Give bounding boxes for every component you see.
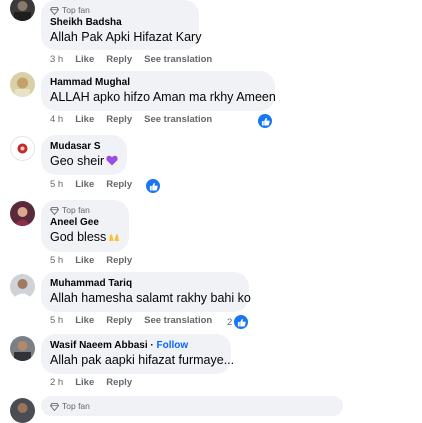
like-button[interactable]: Like (75, 178, 94, 192)
top-fan-badge: Top fan (50, 401, 334, 412)
like-thumb-icon (257, 113, 273, 129)
avatar[interactable] (10, 136, 35, 161)
like-button[interactable]: Like (75, 113, 94, 127)
comment-author[interactable]: Sheikh Badsha (50, 16, 190, 29)
comment-bubble: Top fan Sheikh Badsha Allah Pak Apki Hif… (41, 0, 202, 50)
comment-time[interactable]: 5 h (50, 314, 63, 328)
avatar[interactable] (10, 336, 35, 361)
comment-actions: 5 h Like Reply (50, 254, 144, 268)
avatar[interactable] (10, 398, 35, 423)
avatar[interactable] (10, 274, 35, 299)
comment-bubble: Top fan Aneel Gee God bless (41, 200, 129, 252)
avatar[interactable] (10, 72, 35, 97)
comment-bubble: Wasif Naeem Abbasi · Follow Allah pak aa… (41, 334, 235, 374)
like-button[interactable]: Like (75, 254, 94, 268)
top-fan-badge: Top fan (50, 5, 190, 16)
comment-bubble: Mudasar S Geo sheir (41, 135, 127, 175)
comment-author: Wasif Naeem Abbasi · Follow (50, 339, 222, 352)
purple-heart-icon (106, 155, 118, 166)
comment-actions: 3 h Like Reply See translation (50, 53, 224, 67)
reply-button[interactable]: Reply (106, 178, 132, 192)
avatar[interactable] (10, 201, 35, 226)
comment-time[interactable]: 2 h (50, 376, 63, 390)
top-fan-badge: Top fan (50, 205, 120, 216)
comment-author[interactable]: Hammad Mughal (50, 76, 266, 89)
see-translation-link[interactable]: See translation (144, 113, 212, 127)
comment-actions: 4 h Like Reply See translation (50, 113, 224, 127)
comment-text: Allah pak aapki hifazat furmaye... (50, 353, 235, 367)
like-thumb-icon (233, 314, 250, 330)
comment-text: Allah Pak Apki Hifazat Kary (50, 30, 202, 44)
comment-author[interactable]: Aneel Gee (50, 216, 120, 229)
comment-time[interactable]: 5 h (50, 178, 63, 192)
comment-bubble: Top fan (41, 396, 343, 416)
badge-label: Top fan (62, 401, 90, 411)
comment-actions: 5 h Like Reply See translation (50, 314, 224, 328)
see-translation-link[interactable]: See translation (144, 53, 212, 67)
reply-button[interactable]: Reply (106, 314, 132, 328)
reaction-summary[interactable] (145, 178, 161, 194)
reply-button[interactable]: Reply (106, 254, 132, 268)
separator-dot: · (147, 340, 157, 351)
reaction-count: 2 (227, 316, 233, 328)
comment-text: ALLAH apko hifzo Aman ma rkhy Ameen (50, 90, 276, 104)
reply-button[interactable]: Reply (106, 113, 132, 127)
diamond-top-fan-icon (50, 6, 59, 15)
comment-text: Geo sheir (50, 153, 118, 169)
like-button[interactable]: Like (75, 314, 94, 328)
comment-actions: 2 h Like Reply (50, 376, 144, 390)
comment-author[interactable]: Muhammad Tariq (50, 277, 240, 290)
badge-label: Top fan (62, 5, 90, 15)
comment-author[interactable]: Mudasar S (50, 140, 118, 153)
comment-time[interactable]: 4 h (50, 113, 63, 127)
author-name[interactable]: Wasif Naeem Abbasi (50, 340, 148, 351)
comment-time[interactable]: 3 h (50, 53, 63, 67)
comment-text: Allah hamesha salamt rakhy bahi ko (50, 291, 251, 305)
see-translation-link[interactable]: See translation (144, 314, 212, 328)
reaction-summary[interactable] (257, 113, 273, 129)
comment-bubble: Muhammad Tariq Allah hamesha salamt rakh… (41, 272, 251, 312)
diamond-top-fan-icon (50, 402, 59, 411)
reaction-summary[interactable]: 2 (227, 314, 250, 330)
like-thumb-icon (145, 178, 161, 194)
like-button[interactable]: Like (75, 53, 94, 67)
like-button[interactable]: Like (75, 376, 94, 390)
avatar[interactable] (10, 0, 35, 21)
comment-bubble: Hammad Mughal ALLAH apko hifzo Aman ma r… (41, 71, 276, 111)
comment-time[interactable]: 5 h (50, 254, 63, 268)
reply-button[interactable]: Reply (106, 376, 132, 390)
raising-hands-icon (109, 234, 120, 241)
comment-text: God bless (50, 229, 120, 245)
reply-button[interactable]: Reply (106, 53, 132, 67)
badge-label: Top fan (62, 205, 90, 215)
follow-button[interactable]: Follow (157, 340, 189, 351)
diamond-top-fan-icon (50, 206, 59, 215)
comment-actions: 5 h Like Reply (50, 178, 144, 192)
